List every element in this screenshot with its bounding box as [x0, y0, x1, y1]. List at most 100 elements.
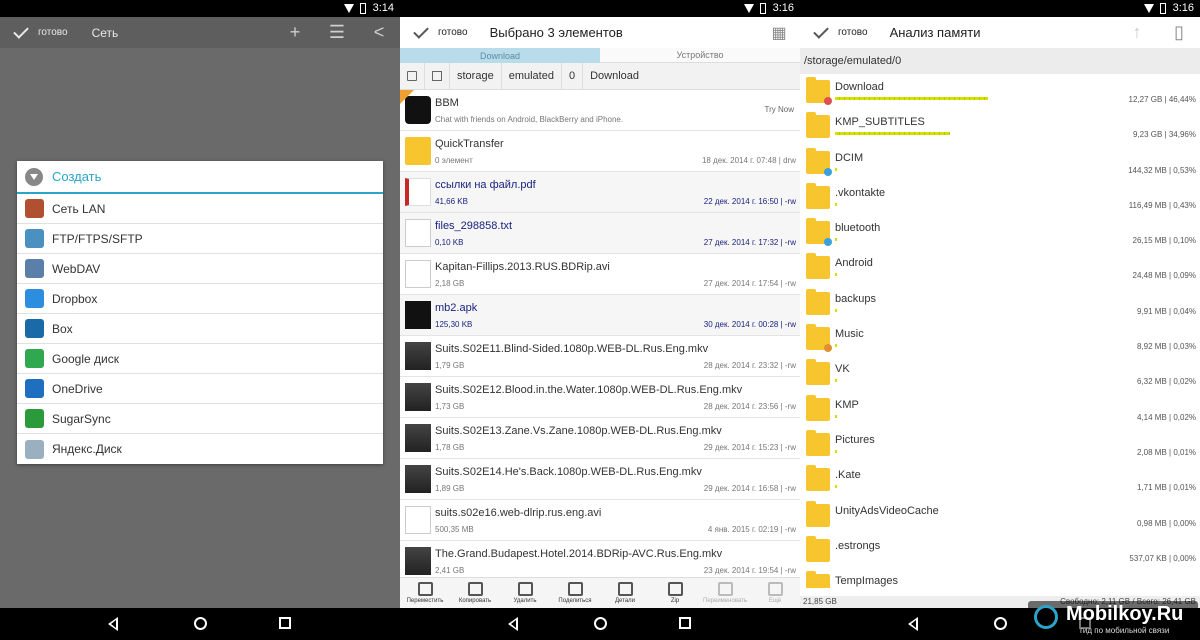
- file-row[interactable]: ссылки на файл.pdf 41,66 KB 22 дек. 2014 г…: [400, 172, 800, 213]
- tab-device[interactable]: Устройство: [600, 48, 800, 63]
- action-button[interactable]: Поделиться: [550, 578, 600, 608]
- file-row[interactable]: Suits.S02E13.Zane.Vs.Zane.1080p.WEB-DL.R…: [400, 418, 800, 459]
- home-icon[interactable]: [594, 617, 607, 630]
- done-check-icon[interactable]: [813, 22, 829, 39]
- folder-icon: [806, 465, 830, 492]
- device-icon[interactable]: ▯: [1158, 17, 1200, 48]
- action-icon: [467, 582, 483, 596]
- dialog-item[interactable]: WebDAV: [17, 254, 383, 284]
- folder-usage-row[interactable]: backups 9,91 MB | 0,04%: [800, 286, 1200, 321]
- dialog-item[interactable]: SugarSync: [17, 404, 383, 434]
- done-label[interactable]: готово: [38, 27, 68, 38]
- action-button[interactable]: Копировать: [450, 578, 500, 608]
- folder-name: Pictures: [835, 433, 875, 446]
- folder-usage-value: 2,08 MB | 0,01%: [1137, 447, 1196, 457]
- search-list-icon[interactable]: ☰: [316, 17, 358, 48]
- file-row[interactable]: QuickTransfer 0 элемент 18 дек. 2014 г. 07…: [400, 131, 800, 172]
- done-label[interactable]: готово: [838, 27, 868, 38]
- dialog-item[interactable]: Сеть LAN: [17, 194, 383, 224]
- dialog-item-label: SugarSync: [52, 411, 111, 426]
- dialog-item[interactable]: Google диск: [17, 344, 383, 374]
- add-icon[interactable]: +: [274, 17, 316, 48]
- done-label[interactable]: готово: [438, 27, 468, 38]
- file-row[interactable]: Try Now BBM Chat with friends on Android, …: [400, 90, 800, 131]
- action-button[interactable]: Переместить: [400, 578, 450, 608]
- crumb-download[interactable]: Download: [583, 63, 646, 90]
- file-row[interactable]: The.Grand.Budapest.Hotel.2014.BDRip-AVC.…: [400, 541, 800, 577]
- dialog-item[interactable]: Яндекс.Диск: [17, 434, 383, 464]
- done-check-icon[interactable]: [413, 22, 429, 39]
- back-icon[interactable]: [908, 617, 918, 631]
- file-row[interactable]: suits.s02e16.web-dlrip.rus.eng.avi 500,35…: [400, 500, 800, 541]
- wifi-icon: [1144, 4, 1154, 13]
- folder-usage-row[interactable]: UnityAdsVideoCache 0,98 MB | 0,00%: [800, 498, 1200, 533]
- folder-icon: [806, 535, 830, 562]
- crumb-storage[interactable]: storage: [450, 62, 502, 90]
- folder-name: VK: [835, 363, 850, 376]
- status-bar: 3:14: [0, 0, 400, 17]
- crumb-emulated[interactable]: emulated: [502, 62, 562, 90]
- folder-usage-row[interactable]: VK 6,32 MB | 0,02%: [800, 356, 1200, 391]
- folder-usage-row[interactable]: .vkontakte 116,49 MB | 0,43%: [800, 180, 1200, 215]
- service-icon: [25, 409, 44, 428]
- folder-usage-row[interactable]: KMP 4,14 MB | 0,02%: [800, 392, 1200, 427]
- file-row[interactable]: mb2.apk 125,30 KB 30 дек. 2014 г. 00:28 | …: [400, 295, 800, 336]
- file-name: Suits.S02E13.Zane.Vs.Zane.1080p.WEB-DL.R…: [435, 425, 722, 437]
- dialog-item[interactable]: Box: [17, 314, 383, 344]
- folder-usage-row[interactable]: DCIM 144,32 MB | 0,53%: [800, 145, 1200, 180]
- folder-usage-row[interactable]: TempImages449,57 KB | 0,00%: [800, 568, 1200, 588]
- file-name: The.Grand.Budapest.Hotel.2014.BDRip-AVC.…: [435, 548, 723, 560]
- action-button: Ещё: [750, 578, 800, 608]
- folder-usage-row[interactable]: .estrongs 537,07 KB | 0,00%: [800, 533, 1200, 568]
- back-icon[interactable]: [108, 617, 118, 631]
- try-now-link[interactable]: Try Now: [765, 105, 794, 114]
- folder-usage-row[interactable]: bluetooth 26,15 MB | 0,10%: [800, 215, 1200, 250]
- folder-badge-icon: [824, 97, 832, 105]
- folder-usage-value: 4,14 MB | 0,02%: [1137, 412, 1196, 422]
- usage-bar: [835, 379, 837, 383]
- folder-usage-row[interactable]: Download 12,27 GB | 46,44%: [800, 74, 1200, 109]
- status-bar: 3:16: [400, 0, 800, 17]
- dialog-item[interactable]: Dropbox: [17, 284, 383, 314]
- dialog-item[interactable]: OneDrive: [17, 374, 383, 404]
- folder-usage-value: 9,23 GB | 34,96%: [1132, 130, 1196, 140]
- done-check-icon[interactable]: [13, 22, 29, 39]
- file-row[interactable]: Suits.S02E14.He's.Back.1080p.WEB-DL.Rus.…: [400, 459, 800, 500]
- tab-download[interactable]: Download: [400, 48, 600, 63]
- up-arrow-icon[interactable]: ↑: [1116, 17, 1158, 48]
- dialog-title: Создать: [52, 169, 102, 184]
- screen-storage-analysis: 3:16 готово Анализ памяти ↑ ▯ /storage/e…: [800, 0, 1200, 640]
- dropdown-icon: [25, 167, 43, 186]
- back-icon[interactable]: [508, 617, 518, 631]
- file-row[interactable]: Kapitan-Fillips.2013.RUS.BDRip.avi 2,18 G…: [400, 254, 800, 295]
- folder-usage-row[interactable]: Android 24,48 MB | 0,09%: [800, 250, 1200, 285]
- file-row[interactable]: Suits.S02E11.Blind-Sided.1080p.WEB-DL.Ru…: [400, 336, 800, 377]
- bottom-action-bar: Переместить Копировать Удалить Поделиться Де…: [400, 577, 800, 608]
- folder-usage-row[interactable]: Music 8,92 MB | 0,03%: [800, 321, 1200, 356]
- folder-name: backups: [835, 292, 876, 305]
- folder-usage-row[interactable]: Pictures 2,08 MB | 0,01%: [800, 427, 1200, 462]
- file-name: Kapitan-Fillips.2013.RUS.BDRip.avi: [435, 261, 610, 273]
- action-icon: [417, 582, 433, 596]
- recents-icon[interactable]: [279, 617, 291, 629]
- folder-usage-row[interactable]: .Kate 1,71 MB | 0,01%: [800, 462, 1200, 497]
- share-icon[interactable]: <: [358, 17, 400, 48]
- home-crumb-icon[interactable]: [400, 62, 425, 90]
- home-icon[interactable]: [194, 617, 207, 630]
- dialog-item[interactable]: FTP/FTPS/SFTP: [17, 224, 383, 254]
- file-row[interactable]: Suits.S02E12.Blood.in.the.Water.1080p.WE…: [400, 377, 800, 418]
- recents-icon[interactable]: [679, 617, 691, 629]
- action-bar: готово Выбрано 3 элементов ▦: [400, 17, 800, 48]
- home-icon[interactable]: [994, 617, 1007, 630]
- file-row[interactable]: files_298858.txt 0,10 KB 27 дек. 2014 г. 1…: [400, 213, 800, 254]
- page-title: Анализ памяти: [889, 25, 981, 40]
- folder-name: Download: [835, 81, 884, 93]
- crumb-0[interactable]: 0: [562, 62, 584, 90]
- action-button[interactable]: Zip: [650, 578, 700, 608]
- grid-view-icon[interactable]: ▦: [758, 17, 800, 48]
- action-button[interactable]: Удалить: [500, 578, 550, 608]
- document-icon: [405, 219, 431, 247]
- folder-usage-row[interactable]: KMP_SUBTITLES 9,23 GB | 34,96%: [800, 109, 1200, 144]
- action-button[interactable]: Детали: [600, 578, 650, 608]
- storage-crumb-icon[interactable]: [425, 62, 450, 90]
